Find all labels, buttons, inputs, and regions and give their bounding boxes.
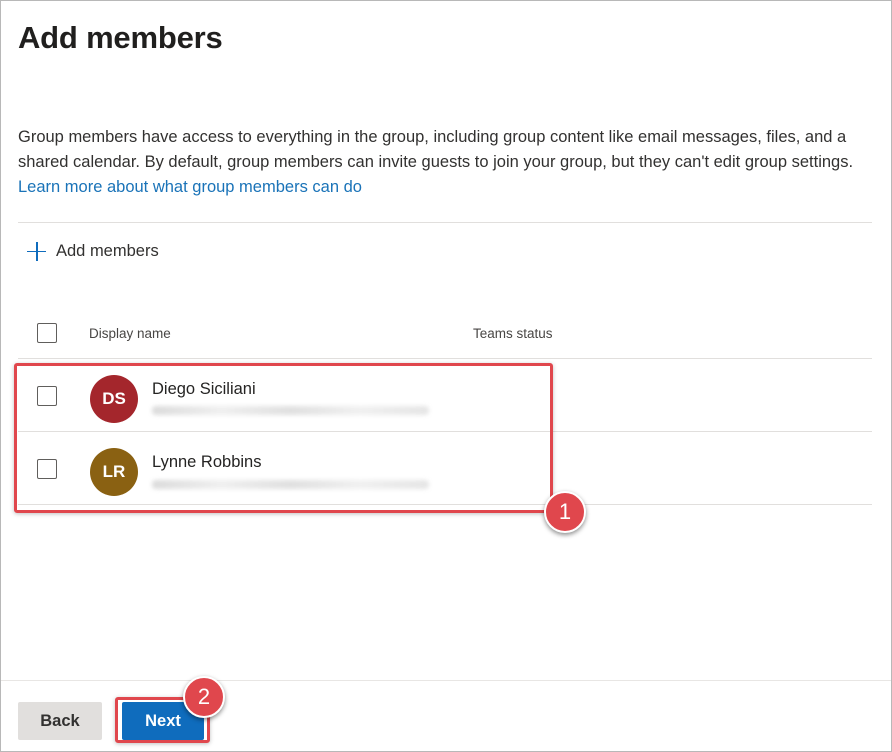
add-members-panel: Add members Group members have access to… <box>0 0 892 752</box>
plus-icon <box>26 241 47 262</box>
column-header-teams-status[interactable]: Teams status <box>473 326 553 341</box>
learn-more-link[interactable]: Learn more about what group members can … <box>18 178 362 196</box>
divider <box>18 222 872 223</box>
description-block: Group members have access to everything … <box>18 125 878 200</box>
column-header-display-name[interactable]: Display name <box>89 326 171 341</box>
back-button[interactable]: Back <box>18 702 102 740</box>
select-all-checkbox[interactable] <box>37 323 57 343</box>
callout-badge-1: 1 <box>544 491 586 533</box>
footer-divider <box>1 680 891 681</box>
page-title: Add members <box>18 20 223 55</box>
callout-highlight-members <box>14 363 553 513</box>
callout-badge-2: 2 <box>183 676 225 718</box>
add-members-button[interactable]: Add members <box>26 239 159 263</box>
add-members-label: Add members <box>56 241 159 260</box>
description-text: Group members have access to everything … <box>18 128 854 171</box>
header-divider <box>18 358 872 359</box>
